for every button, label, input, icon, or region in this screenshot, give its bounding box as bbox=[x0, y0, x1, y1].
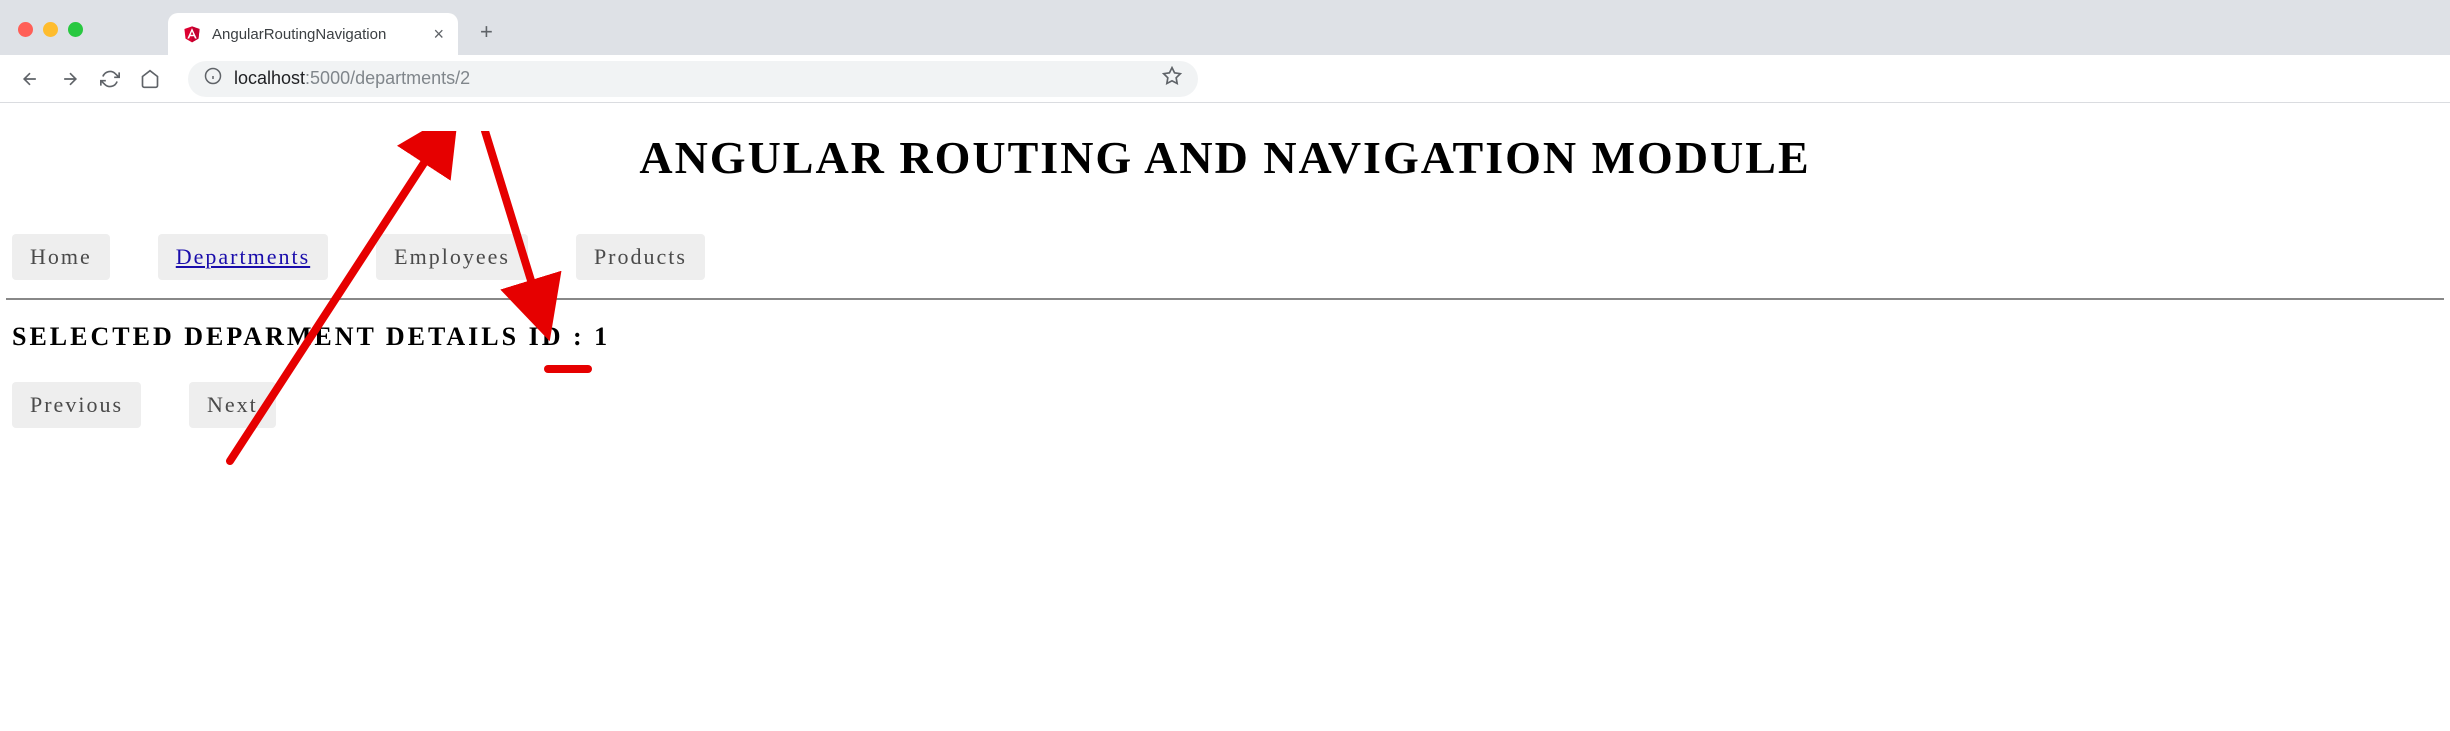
tab-title: AngularRoutingNavigation bbox=[212, 26, 405, 43]
forward-button[interactable] bbox=[54, 63, 86, 95]
tab-close-icon[interactable]: × bbox=[433, 24, 444, 45]
browser-tab-strip: AngularRoutingNavigation × + bbox=[0, 0, 2450, 55]
previous-button[interactable]: Previous bbox=[12, 382, 141, 428]
browser-tab[interactable]: AngularRoutingNavigation × bbox=[168, 13, 458, 55]
address-bar[interactable]: localhost:5000/departments/2 bbox=[188, 61, 1198, 97]
nav-departments[interactable]: Departments bbox=[158, 234, 328, 280]
url-text: localhost:5000/departments/2 bbox=[234, 68, 470, 89]
detail-label: SELECTED DEPARMENT DETAILS ID : bbox=[12, 322, 594, 351]
page-title: ANGULAR ROUTING AND NAVIGATION MODULE bbox=[6, 131, 2444, 184]
site-info-icon[interactable] bbox=[204, 67, 222, 90]
window-close-button[interactable] bbox=[18, 22, 33, 37]
nav-row: Home Departments Employees Products bbox=[6, 234, 2444, 280]
reload-button[interactable] bbox=[94, 63, 126, 95]
action-row: Previous Next bbox=[6, 382, 2444, 428]
detail-id: 1 bbox=[594, 322, 610, 351]
next-button[interactable]: Next bbox=[189, 382, 276, 428]
browser-toolbar: localhost:5000/departments/2 bbox=[0, 55, 2450, 103]
angular-favicon bbox=[182, 24, 202, 44]
window-controls bbox=[18, 22, 83, 37]
url-path: :5000/departments/2 bbox=[305, 68, 470, 88]
home-button[interactable] bbox=[134, 63, 166, 95]
back-button[interactable] bbox=[14, 63, 46, 95]
nav-home[interactable]: Home bbox=[12, 234, 110, 280]
window-maximize-button[interactable] bbox=[68, 22, 83, 37]
detail-heading: SELECTED DEPARMENT DETAILS ID : 1 bbox=[12, 322, 2444, 352]
annotation-overlay bbox=[0, 131, 2450, 731]
page-content: ANGULAR ROUTING AND NAVIGATION MODULE Ho… bbox=[0, 131, 2450, 428]
url-host: localhost bbox=[234, 68, 305, 88]
bookmark-star-icon[interactable] bbox=[1162, 66, 1182, 91]
window-minimize-button[interactable] bbox=[43, 22, 58, 37]
new-tab-button[interactable]: + bbox=[480, 19, 493, 45]
separator bbox=[6, 298, 2444, 300]
nav-departments-link[interactable]: Departments bbox=[176, 244, 310, 269]
nav-employees[interactable]: Employees bbox=[376, 234, 528, 280]
nav-products[interactable]: Products bbox=[576, 234, 705, 280]
